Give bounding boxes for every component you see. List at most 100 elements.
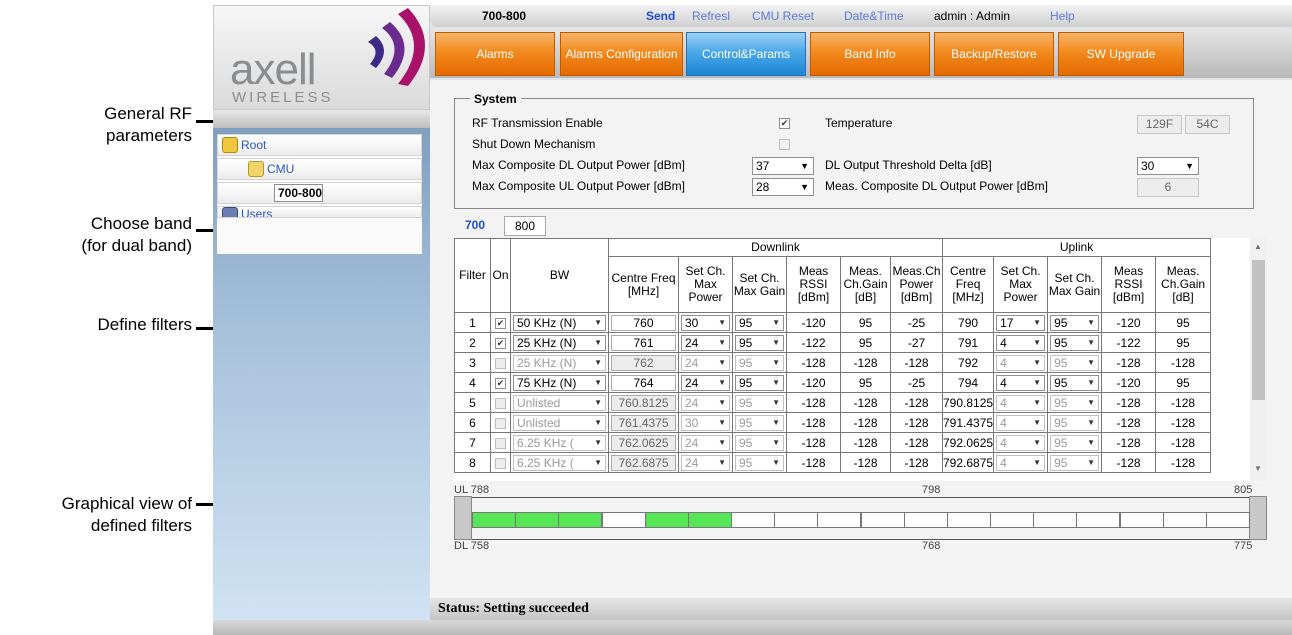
ul-pwr-select[interactable]: 17 ▼	[996, 314, 1046, 331]
bw-select[interactable]: 6.25 KHz (▼	[513, 454, 606, 471]
dl-freq-input[interactable]: 762	[611, 354, 676, 371]
ul-gain-select[interactable]: 95 ▼	[1050, 434, 1100, 451]
bw-select[interactable]: 25 KHz (N) ▼	[513, 334, 606, 351]
tree-item-users[interactable]: Users	[217, 206, 422, 218]
dl-gain-select[interactable]: 95 ▼	[735, 374, 784, 391]
filter-on-checkbox[interactable]	[495, 457, 506, 469]
chevron-down-icon: ▼	[1087, 417, 1096, 427]
dl-pwr-select[interactable]: 24 ▼	[681, 454, 730, 471]
tree-label-users[interactable]: Users	[241, 207, 272, 217]
dl-pwr-select[interactable]: 24 ▼	[681, 374, 730, 391]
dl-pwr-select[interactable]: 24 ▼	[681, 434, 730, 451]
tab-alarms-configuration[interactable]: Alarms Configuration	[560, 32, 683, 76]
band-tab-800[interactable]: 800	[504, 216, 546, 236]
scroll-up-icon[interactable]: ▲	[1254, 242, 1262, 251]
bw-select[interactable]: 75 KHz (N) ▼	[513, 374, 606, 391]
dl-gain-select[interactable]: 95 ▼	[735, 354, 784, 371]
bw-select[interactable]: Unlisted ▼	[513, 394, 606, 411]
chevron-down-icon: ▼	[1033, 437, 1042, 447]
dl-pwr-select[interactable]: 30 ▼	[681, 414, 730, 431]
tree-label-root[interactable]: Root	[241, 138, 266, 152]
dl-gain-select[interactable]: 95 ▼	[735, 334, 784, 351]
dl-freq-input[interactable]: 760	[611, 314, 676, 331]
table-scrollbar[interactable]: ▲ ▼	[1250, 238, 1267, 481]
ul-pwr-select[interactable]: 4 ▼	[996, 394, 1046, 411]
header-dl-rssi: Meas RSSI [dBm]	[786, 256, 841, 313]
dl-pwr-select[interactable]: 24 ▼	[681, 334, 730, 351]
filter-row: 6 Unlisted ▼ 761.4375 30 ▼ 95 ▼ -128 -128 -128 791.…	[454, 412, 1212, 433]
bw-select[interactable]: 6.25 KHz (▼	[513, 434, 606, 451]
filter-on-checkbox[interactable]	[495, 377, 506, 389]
dl-freq-input[interactable]: 761.4375	[611, 414, 676, 431]
dl-gain-select[interactable]: 95 ▼	[735, 394, 784, 411]
scroll-down-icon[interactable]: ▼	[1254, 464, 1262, 473]
rf-enable-checkbox[interactable]	[779, 118, 790, 129]
dl-gain-value: 95	[739, 435, 753, 450]
ul-pwr-select[interactable]: 4 ▼	[996, 434, 1046, 451]
shutdown-checkbox[interactable]	[779, 139, 790, 150]
tree-item-700-800[interactable]: 700-800	[217, 182, 422, 204]
max-ul-select[interactable]: 28 ▼	[752, 178, 814, 196]
dl-pwr-select[interactable]: 24 ▼	[681, 354, 730, 371]
bw-select[interactable]: 50 KHz (N) ▼	[513, 314, 606, 331]
bw-value: 6.25 KHz (	[517, 435, 574, 450]
filter-on-checkbox[interactable]	[495, 317, 506, 329]
scroll-thumb[interactable]	[1252, 260, 1265, 400]
tree-item-root[interactable]: Root	[217, 134, 422, 156]
graph-filter-cell	[515, 512, 560, 528]
ul-gain-select[interactable]: 95 ▼	[1050, 374, 1100, 391]
ul-pwr-select[interactable]: 4 ▼	[996, 414, 1046, 431]
dl-delta-value: 30	[1141, 159, 1155, 173]
filter-on-checkbox[interactable]	[495, 357, 506, 369]
dl-freq-input[interactable]: 761	[611, 334, 676, 351]
ul-pwr-select[interactable]: 4 ▼	[996, 334, 1046, 351]
ul-gain-select[interactable]: 95 ▼	[1050, 454, 1100, 471]
ul-gain-select[interactable]: 95 ▼	[1050, 334, 1100, 351]
tab-backup-restore[interactable]: Backup/Restore	[934, 32, 1054, 76]
tab-alarms[interactable]: Alarms	[435, 32, 555, 76]
dl-freq-input[interactable]: 764	[611, 374, 676, 391]
ul-gain-select[interactable]: 95 ▼	[1050, 314, 1100, 331]
dl-gain-select[interactable]: 95 ▼	[735, 314, 784, 331]
cell-dl-gain: 95 ▼	[732, 332, 787, 353]
tab-band-info[interactable]: Band Info	[810, 32, 930, 76]
ul-pwr-select[interactable]: 4 ▼	[996, 354, 1046, 371]
tab-control-params[interactable]: Control&Params	[686, 32, 806, 76]
datetime-link[interactable]: Date&Time	[844, 9, 904, 23]
ul-gain-select[interactable]: 95 ▼	[1050, 354, 1100, 371]
cmu-reset-link[interactable]: CMU Reset	[752, 9, 814, 23]
filter-on-checkbox[interactable]	[495, 417, 506, 429]
chevron-down-icon: ▼	[1185, 161, 1194, 171]
ul-gain-select[interactable]: 95 ▼	[1050, 414, 1100, 431]
dl-gain-select[interactable]: 95 ▼	[735, 414, 784, 431]
help-link[interactable]: Help	[1050, 9, 1075, 23]
dl-gain-select[interactable]: 95 ▼	[735, 434, 784, 451]
dl-freq-input[interactable]: 760.8125	[611, 394, 676, 411]
send-link[interactable]: Send	[646, 9, 675, 23]
filter-number: 2	[454, 332, 491, 353]
tree-label-700-800[interactable]: 700-800	[274, 184, 324, 202]
dl-pwr-select[interactable]: 24 ▼	[681, 394, 730, 411]
tab-sw-upgrade[interactable]: SW Upgrade	[1058, 32, 1184, 76]
bw-select[interactable]: 25 KHz (N) ▼	[513, 354, 606, 371]
ul-gain-select[interactable]: 95 ▼	[1050, 394, 1100, 411]
dl-gain-select[interactable]: 95 ▼	[735, 454, 784, 471]
filter-on-checkbox[interactable]	[495, 437, 506, 449]
band-tab-700[interactable]: 700	[452, 216, 498, 236]
tree-label-cmu[interactable]: CMU	[267, 162, 294, 176]
dl-freq-input[interactable]: 762.0625	[611, 434, 676, 451]
filter-on-checkbox[interactable]	[495, 397, 506, 409]
filter-on-checkbox[interactable]	[495, 337, 506, 349]
chevron-down-icon: ▼	[1087, 357, 1096, 367]
ul-pwr-select[interactable]: 4 ▼	[996, 374, 1046, 391]
bw-select[interactable]: Unlisted ▼	[513, 414, 606, 431]
dl-delta-select[interactable]: 30 ▼	[1137, 157, 1199, 175]
max-dl-select[interactable]: 37 ▼	[752, 157, 814, 175]
chevron-down-icon: ▼	[1087, 377, 1096, 387]
ul-pwr-select[interactable]: 4 ▼	[996, 454, 1046, 471]
dl-freq-input[interactable]: 762.6875	[611, 454, 676, 471]
dl-pwr-select[interactable]: 30 ▼	[681, 314, 730, 331]
tree-item-cmu[interactable]: CMU	[217, 158, 422, 180]
refresh-link[interactable]: Refresl	[692, 9, 730, 23]
cell-dl-rssi: -128	[786, 352, 841, 373]
